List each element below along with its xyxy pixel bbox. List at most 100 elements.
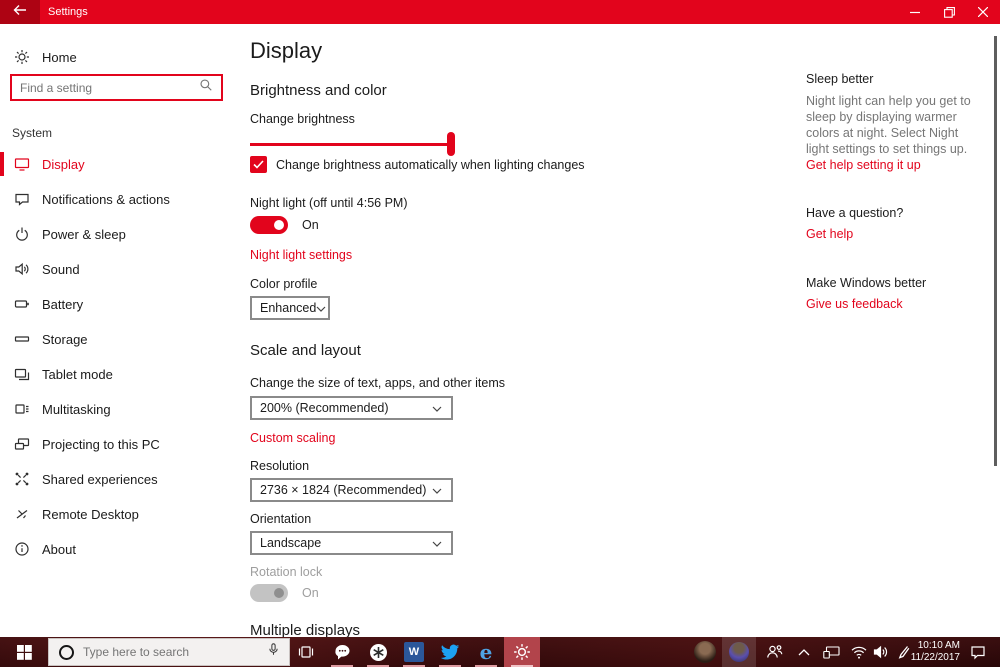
- people-bar-contact-1[interactable]: [690, 637, 720, 667]
- taskbar-search-input[interactable]: [74, 645, 267, 659]
- color-profile-value: Enhanced: [260, 301, 317, 315]
- page-title: Display: [250, 38, 323, 63]
- asterisk-circle-app-icon: [369, 643, 387, 661]
- tray-overflow-button[interactable]: [792, 637, 816, 667]
- avatar: [694, 641, 716, 663]
- give-us-feedback-link[interactable]: Give us feedback: [806, 297, 903, 311]
- sleep-better-heading: Sleep better: [806, 72, 874, 86]
- volume-icon: [873, 645, 888, 659]
- tray-volume-button[interactable]: [868, 637, 894, 667]
- sidebar-item-display[interactable]: Display: [0, 149, 240, 179]
- taskbar: W e: [0, 637, 1000, 667]
- sidebar-item-label: Sound: [42, 261, 80, 277]
- orientation-value: Landscape: [260, 536, 322, 550]
- change-brightness-label: Change brightness: [250, 112, 355, 126]
- sidebar-item-projecting[interactable]: Projecting to this PC: [0, 429, 240, 459]
- sidebar-item-remote-desktop[interactable]: Remote Desktop: [0, 499, 240, 529]
- close-icon: [978, 7, 988, 17]
- sidebar-item-sound[interactable]: Sound: [0, 254, 240, 284]
- settings-content: Home System Display Notifications & acti…: [0, 24, 1000, 637]
- brightness-slider-thumb[interactable]: [447, 132, 455, 156]
- word-glyph: W: [408, 646, 420, 658]
- tray-device-button[interactable]: [818, 637, 844, 667]
- sidebar-item-label: Multitasking: [42, 401, 111, 417]
- sidebar-section-system: System: [12, 126, 53, 140]
- auto-brightness-checkbox[interactable]: [250, 156, 267, 173]
- minimize-icon: [910, 11, 920, 14]
- taskbar-app-word[interactable]: W: [396, 637, 432, 667]
- vertical-scrollbar[interactable]: [994, 36, 997, 466]
- night-light-settings-link[interactable]: Night light settings: [250, 248, 352, 262]
- sidebar-item-notifications[interactable]: Notifications & actions: [0, 184, 240, 214]
- taskbar-app-circle[interactable]: [360, 637, 396, 667]
- settings-search-input[interactable]: [12, 80, 199, 95]
- chevron-down-icon: [316, 299, 326, 317]
- get-help-link[interactable]: Get help: [806, 227, 853, 241]
- taskbar-app-settings-active[interactable]: [504, 637, 540, 667]
- chevron-down-icon: [432, 534, 442, 552]
- scale-size-label: Change the size of text, apps, and other…: [250, 376, 506, 390]
- minimize-button[interactable]: [898, 0, 932, 24]
- cortana-icon[interactable]: [59, 644, 74, 660]
- sidebar-item-about[interactable]: About: [0, 534, 240, 564]
- back-arrow-icon: [13, 3, 27, 21]
- taskbar-clock[interactable]: 10:10 AM 11/22/2017: [908, 637, 960, 667]
- sidebar-item-home[interactable]: Home: [0, 42, 240, 72]
- close-button[interactable]: [966, 0, 1000, 24]
- people-button[interactable]: [760, 637, 788, 667]
- make-windows-better-heading: Make Windows better: [806, 276, 927, 290]
- clock-date: 11/22/2017: [910, 652, 960, 663]
- restore-icon: [943, 6, 955, 18]
- taskbar-search-box[interactable]: [48, 638, 290, 666]
- tablet-mode-icon: [14, 366, 30, 382]
- back-button[interactable]: [0, 0, 40, 24]
- sidebar-item-power-sleep[interactable]: Power & sleep: [0, 219, 240, 249]
- battery-icon: [14, 296, 30, 312]
- display-icon: [14, 156, 30, 172]
- night-light-toggle[interactable]: [250, 216, 288, 234]
- sleep-better-body: Night light can help you get to sleep by…: [806, 94, 971, 156]
- task-view-button[interactable]: [292, 637, 320, 667]
- color-profile-dropdown[interactable]: Enhanced: [250, 296, 330, 320]
- scale-size-value: 200% (Recommended): [260, 401, 389, 415]
- notifications-icon: [14, 191, 30, 207]
- twitter-app-icon: [440, 644, 460, 660]
- settings-search-box[interactable]: [10, 74, 223, 101]
- chevron-up-icon: [798, 649, 810, 656]
- sidebar-item-tablet-mode[interactable]: Tablet mode: [0, 359, 240, 389]
- rotation-lock-toggle: [250, 584, 288, 602]
- custom-scaling-link[interactable]: Custom scaling: [250, 431, 335, 445]
- brightness-slider[interactable]: [250, 132, 455, 156]
- microphone-icon[interactable]: [267, 642, 280, 662]
- sidebar-item-shared-experiences[interactable]: Shared experiences: [0, 464, 240, 494]
- sidebar-item-label: Storage: [42, 331, 88, 347]
- scale-section-heading: Scale and layout: [250, 342, 361, 359]
- window-title: Settings: [48, 6, 88, 18]
- get-help-setting-link[interactable]: Get help setting it up: [806, 158, 921, 172]
- restore-button[interactable]: [932, 0, 966, 24]
- sidebar-item-label: About: [42, 541, 76, 557]
- search-icon[interactable]: [199, 78, 213, 97]
- sidebar-item-battery[interactable]: Battery: [0, 289, 240, 319]
- sidebar-item-storage[interactable]: Storage: [0, 324, 240, 354]
- power-icon: [14, 226, 30, 242]
- action-center-button[interactable]: [962, 637, 994, 667]
- taskbar-app-twitter[interactable]: [432, 637, 468, 667]
- taskbar-app-edge[interactable]: e: [468, 637, 504, 667]
- windows-start-icon: [16, 644, 32, 660]
- sidebar-item-label: Projecting to this PC: [42, 436, 160, 452]
- taskbar-app-messaging[interactable]: [324, 637, 360, 667]
- auto-brightness-label: Change brightness automatically when lig…: [276, 157, 585, 172]
- sidebar-item-label: Remote Desktop: [42, 506, 139, 522]
- people-bar-contact-2[interactable]: [722, 637, 756, 667]
- brightness-slider-track[interactable]: [250, 143, 455, 146]
- start-button[interactable]: [0, 637, 48, 667]
- scale-size-dropdown[interactable]: 200% (Recommended): [250, 396, 453, 420]
- brightness-section-heading: Brightness and color: [250, 82, 387, 99]
- settings-app-icon: [514, 644, 530, 660]
- resolution-dropdown[interactable]: 2736 × 1824 (Recommended): [250, 478, 453, 502]
- sidebar-item-label: Display: [42, 156, 85, 172]
- sidebar-item-multitasking[interactable]: Multitasking: [0, 394, 240, 424]
- people-icon: [766, 645, 782, 658]
- orientation-dropdown[interactable]: Landscape: [250, 531, 453, 555]
